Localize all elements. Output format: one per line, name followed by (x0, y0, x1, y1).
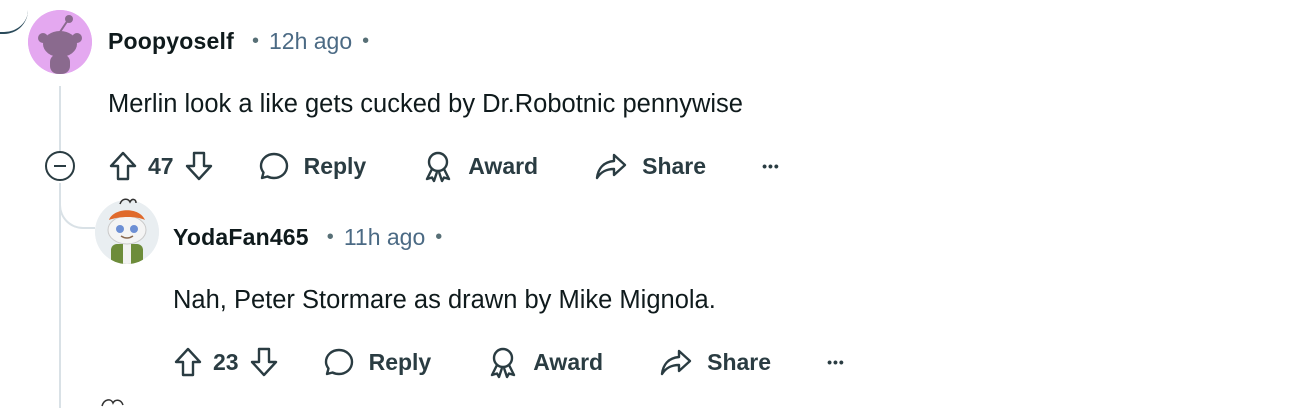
comment-body: Merlin look a like gets cucked by Dr.Rob… (108, 90, 743, 118)
award-label: Award (468, 152, 539, 179)
upvote-button[interactable] (173, 346, 203, 378)
reply-label: Reply (303, 152, 367, 179)
timestamp[interactable]: 12h ago (269, 28, 352, 55)
thread-line-main (59, 86, 61, 152)
downvote-icon (185, 151, 212, 181)
share-button[interactable]: Share (659, 347, 771, 377)
separator-dot: • (435, 226, 443, 248)
share-icon (595, 153, 627, 180)
comment-bubble-icon (324, 348, 353, 376)
comment-meta: YodaFan465 • 11h ago • (173, 224, 452, 251)
avatar-accessory-icon (119, 198, 137, 205)
downvote-button[interactable] (249, 346, 279, 378)
next-avatar-partial-icon (101, 399, 124, 407)
reply-button[interactable]: Reply (258, 150, 367, 182)
separator-dot: • (251, 30, 259, 52)
share-icon (660, 349, 692, 376)
comment-body: Nah, Peter Stormare as drawn by Mike Mig… (173, 286, 716, 314)
comment-actions: 23 Reply Award Share ••• (173, 340, 845, 384)
reply-label: Reply (368, 348, 432, 375)
comment-bubble-icon (259, 152, 288, 180)
award-icon (491, 347, 516, 379)
vote-count: 23 (213, 348, 239, 375)
collapse-button[interactable] (45, 151, 75, 181)
share-label: Share (642, 152, 707, 179)
thread-branch-curve (59, 183, 95, 229)
snoo-avatar-icon (28, 10, 92, 74)
more-options-icon: ••• (762, 158, 780, 174)
upvote-icon (109, 151, 137, 181)
username[interactable]: YodaFan465 (173, 224, 309, 251)
thread-line-main-lower (59, 183, 61, 408)
downvote-icon (250, 347, 277, 377)
reply-button[interactable]: Reply (323, 346, 432, 378)
timestamp[interactable]: 11h ago (344, 224, 425, 251)
award-icon (426, 151, 451, 183)
separator-dot: • (362, 30, 370, 52)
award-label: Award (533, 348, 604, 375)
collapse-icon (54, 165, 66, 167)
upvote-button[interactable] (108, 150, 138, 182)
avatar[interactable] (28, 10, 92, 74)
downvote-button[interactable] (184, 150, 214, 182)
snoo-avatar-icon (95, 200, 159, 264)
thread-curve-top (0, 0, 28, 34)
upvote-icon (174, 347, 202, 377)
share-button[interactable]: Share (594, 151, 706, 181)
award-button[interactable]: Award (422, 149, 538, 183)
more-options-button[interactable]: ••• (762, 158, 780, 174)
vote-count: 47 (148, 152, 174, 179)
more-options-icon: ••• (827, 354, 845, 370)
share-label: Share (707, 348, 772, 375)
separator-dot: • (326, 226, 334, 248)
comment-meta: Poopyoself • 12h ago • (108, 28, 379, 55)
comment-actions: 47 Reply Award Share ••• (108, 144, 780, 188)
award-button[interactable]: Award (487, 345, 603, 379)
avatar[interactable] (95, 200, 159, 264)
more-options-button[interactable]: ••• (827, 354, 845, 370)
username[interactable]: Poopyoself (108, 28, 234, 55)
